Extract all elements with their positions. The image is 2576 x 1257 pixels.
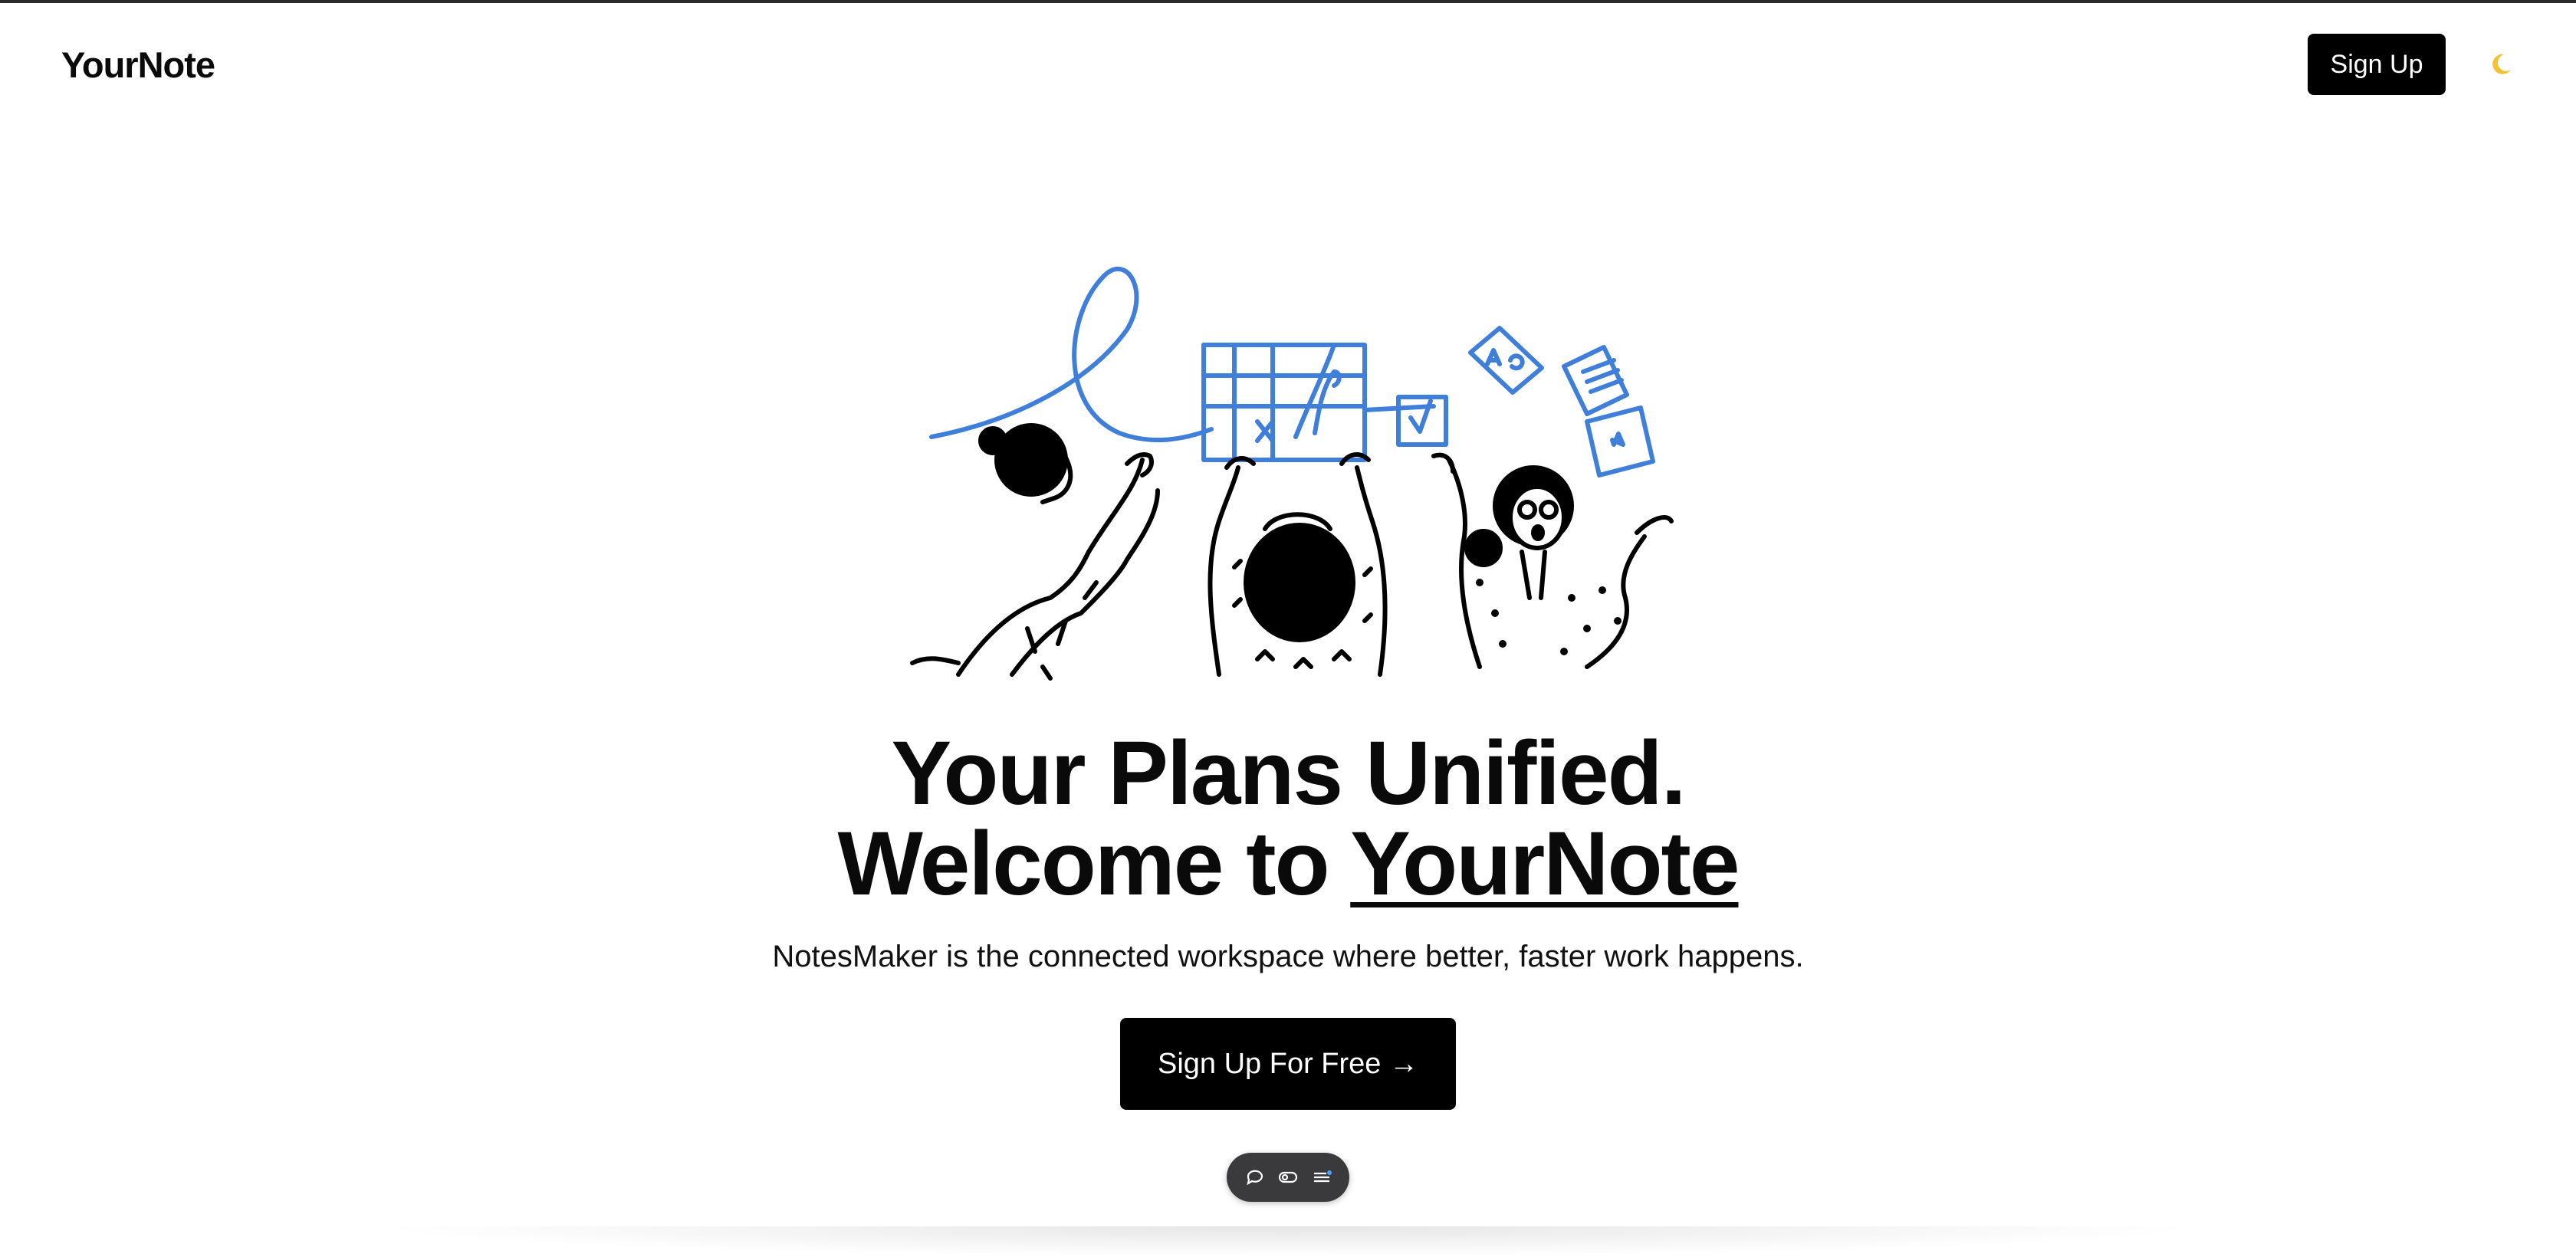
signup-button[interactable]: Sign Up (2308, 34, 2446, 95)
theme-toggle[interactable] (2482, 46, 2519, 83)
hero-headline: Your Plans Unified. Welcome to YourNote (0, 728, 2576, 909)
headline-line1: Your Plans Unified. (891, 723, 1686, 824)
headline-brand: YourNote (1350, 813, 1740, 914)
nav-actions: Sign Up (2308, 34, 2519, 95)
toggle-icon (1278, 1171, 1298, 1183)
navbar: YourNote Sign Up (0, 3, 2576, 126)
moon-icon (2492, 54, 2511, 74)
signup-free-button[interactable]: Sign Up For Free → (1120, 1018, 1456, 1110)
toggle-button[interactable] (1275, 1164, 1301, 1190)
floating-toolbar (1227, 1153, 1349, 1202)
headline-line2-prefix: Welcome to (837, 813, 1351, 914)
people-collaborating-illustration (910, 267, 1674, 681)
logo[interactable]: YourNote (61, 44, 215, 86)
menu-button[interactable] (1309, 1164, 1335, 1190)
section-shadow (368, 1226, 2208, 1257)
comment-button[interactable] (1242, 1164, 1268, 1190)
menu-icon (1313, 1170, 1332, 1183)
hero-subtitle: NotesMaker is the connected workspace wh… (772, 940, 1804, 973)
comment-icon (1246, 1170, 1263, 1186)
